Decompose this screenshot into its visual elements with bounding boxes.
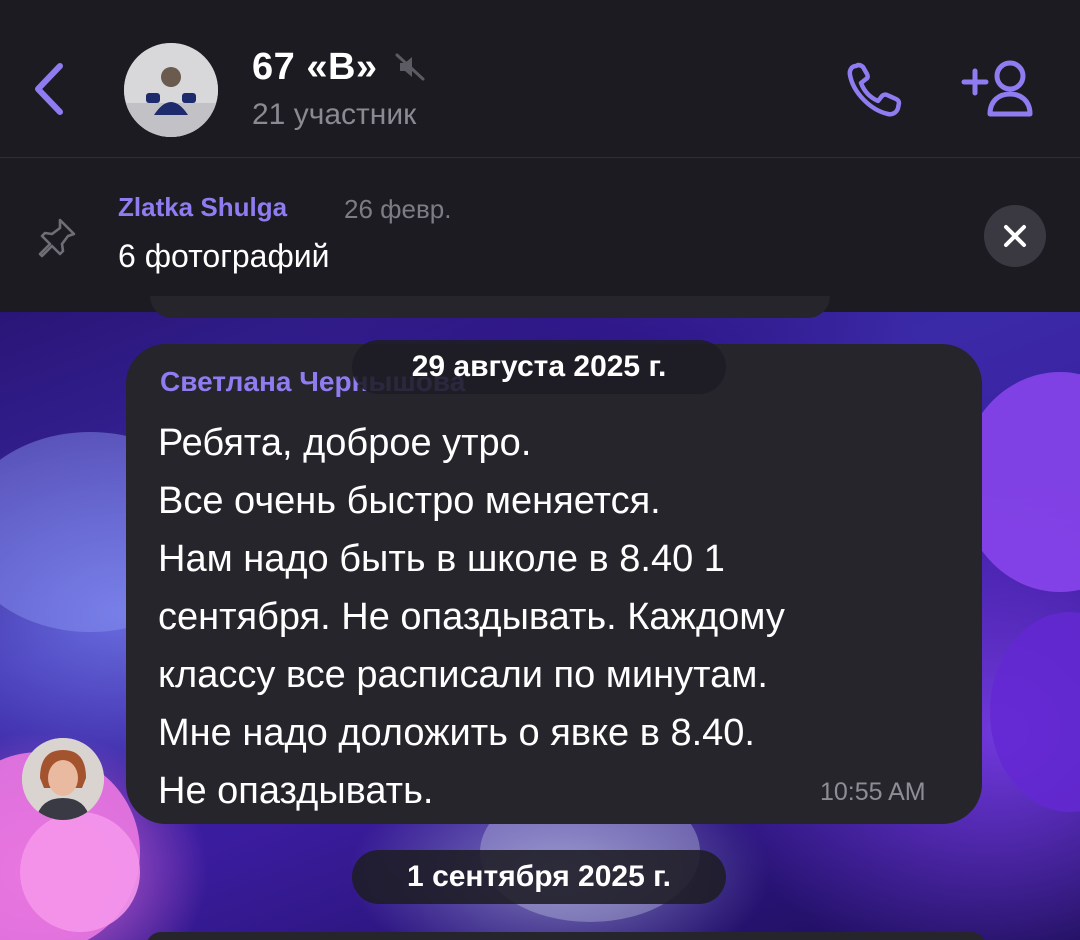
call-button[interactable] [842, 58, 906, 122]
group-avatar[interactable] [124, 43, 218, 137]
message-text: Ребята, доброе утро. Все очень быстро ме… [158, 414, 958, 820]
sender-avatar[interactable] [22, 738, 104, 820]
chat-subtitle: 21 участник [252, 98, 417, 131]
chat-header: 67 «В» 21 участник [0, 0, 1080, 157]
chat-title-row[interactable]: 67 «В» [252, 42, 428, 92]
message-line: классу все расписали по минутам. [158, 654, 768, 696]
message-time: 10:55 AM [820, 778, 926, 806]
muted-speaker-icon [395, 53, 425, 81]
next-message-edge [146, 932, 986, 940]
add-person-icon [961, 60, 1033, 117]
date-separator: 29 августа 2025 г. [352, 340, 726, 394]
pinned-date: 26 февр. [344, 194, 452, 224]
chevron-left-icon [35, 63, 63, 115]
message-line: Ребята, доброе утро. [158, 422, 532, 464]
message-line: Все очень быстро меняется. [158, 480, 661, 522]
pinned-close-button[interactable] [984, 205, 1046, 267]
pinned-author: Zlatka Shulga [118, 192, 288, 222]
close-icon [1004, 225, 1026, 247]
message-line: Мне надо доложить о явке в 8.40. [158, 712, 755, 754]
message-line: сентября. Не опаздывать. Каждому [158, 596, 785, 638]
chat-title: 67 «В» [252, 45, 378, 88]
previous-message-edge [150, 296, 830, 318]
add-member-button[interactable] [960, 56, 1040, 122]
pin-icon [38, 218, 76, 258]
date-separator: 1 сентября 2025 г. [352, 850, 726, 904]
message-line: Нам надо быть в школе в 8.40 1 [158, 538, 725, 580]
back-button[interactable] [28, 58, 72, 120]
pinned-text: 6 фотографий [118, 238, 330, 274]
phone-icon [847, 62, 902, 117]
pinned-message-bar[interactable] [0, 158, 1080, 312]
